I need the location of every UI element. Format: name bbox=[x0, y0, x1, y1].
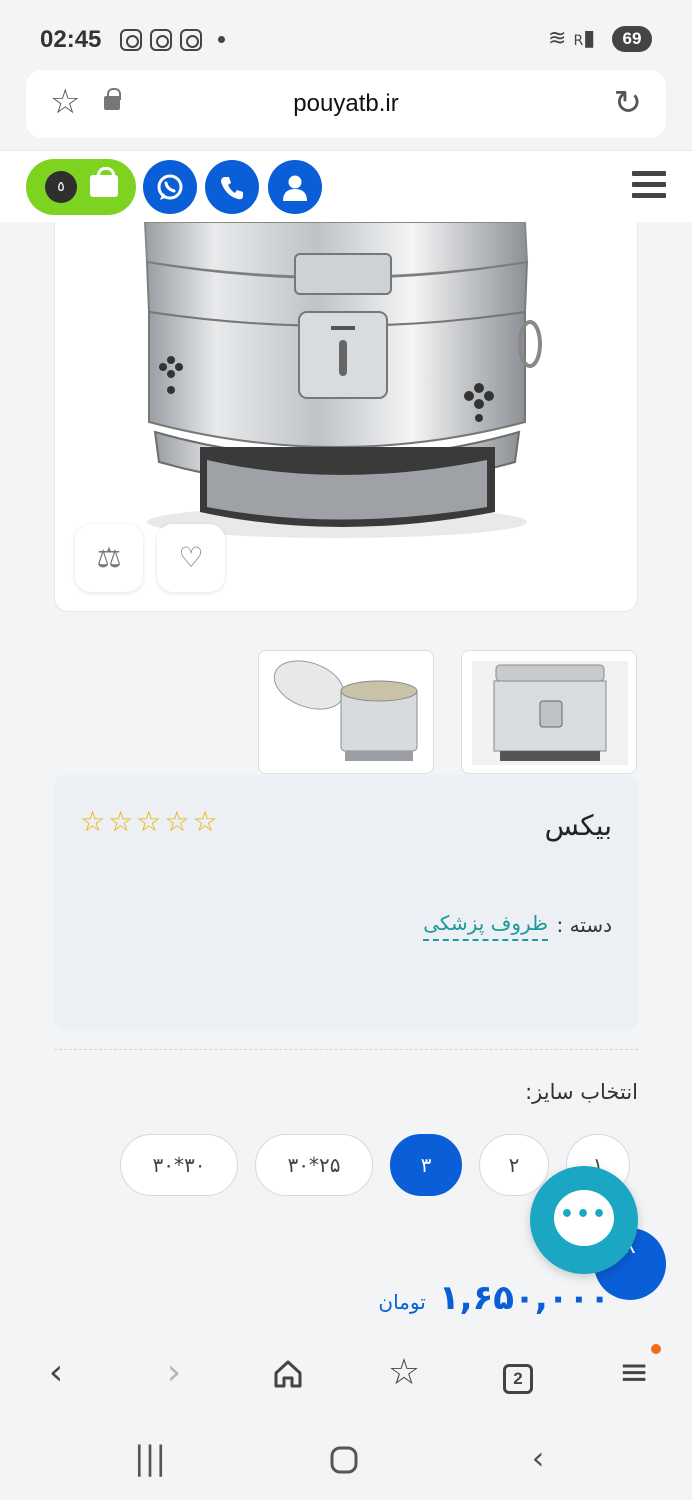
home-system-button[interactable] bbox=[314, 1434, 374, 1482]
thumbnail-closed-drum bbox=[472, 661, 628, 765]
hamburger-icon[interactable] bbox=[632, 171, 666, 201]
site-header: ٥ bbox=[0, 150, 692, 222]
star-icon: ☆ bbox=[108, 805, 137, 838]
tabs-count: 2 bbox=[503, 1364, 533, 1394]
menu-icon: ≡ bbox=[618, 1352, 650, 1393]
tabs-button[interactable]: 2 bbox=[490, 1348, 546, 1398]
compare-button[interactable]: ⚖ bbox=[75, 524, 143, 592]
rating-stars[interactable]: ☆☆☆☆☆ bbox=[80, 805, 221, 838]
menu-line bbox=[632, 171, 666, 176]
system-navigation-bar: ||| ‹ bbox=[0, 1420, 692, 1500]
battery-indicator: 69 bbox=[612, 26, 652, 52]
home-square-icon bbox=[330, 1446, 358, 1474]
thumbnail-open-drum bbox=[273, 660, 418, 761]
size-option-3-selected[interactable]: ۳ bbox=[390, 1134, 462, 1196]
address-bar[interactable]: ☆ pouyatb.ir ↻ bbox=[26, 70, 666, 138]
browser-menu-button[interactable]: ≡ bbox=[606, 1348, 662, 1398]
bookmarks-star-icon: ☆ bbox=[387, 1352, 421, 1393]
heart-icon: ♡ bbox=[178, 541, 204, 574]
star-icon: ☆ bbox=[164, 805, 193, 838]
notification-dot bbox=[651, 1344, 661, 1354]
product-info-card: ☆☆☆☆☆ بیکس دسته : ظروف پزشکی bbox=[54, 775, 638, 1029]
scale-icon: ⚖ bbox=[96, 541, 122, 574]
screen: 02:45 ≋ R▮ 69 ☆ pouyatb.ir ↻ ٥ ⚖ ♡ ☆☆☆☆☆… bbox=[0, 0, 692, 1500]
instagram-notification-icon bbox=[150, 29, 172, 51]
chat-icon: ••• bbox=[554, 1190, 614, 1246]
signal-text: R bbox=[573, 33, 584, 49]
recents-icon: ||| bbox=[133, 1439, 167, 1477]
status-bar: 02:45 ≋ R▮ 69 bbox=[0, 0, 692, 80]
star-icon: ☆ bbox=[136, 805, 165, 838]
reload-icon[interactable]: ↻ bbox=[614, 84, 643, 122]
phone-button[interactable] bbox=[205, 160, 259, 214]
star-icon: ☆ bbox=[192, 805, 221, 838]
url-text[interactable]: pouyatb.ir bbox=[26, 90, 666, 118]
product-image-card: ⚖ ♡ bbox=[54, 222, 638, 612]
product-price: ۱,۶۵۰,۰۰۰ تومان bbox=[0, 1278, 610, 1330]
home-icon bbox=[274, 1360, 302, 1388]
user-icon bbox=[283, 175, 307, 201]
phone-icon bbox=[221, 176, 243, 199]
menu-line bbox=[632, 193, 666, 198]
whatsapp-icon bbox=[157, 174, 183, 200]
back-button[interactable]: ‹ bbox=[28, 1348, 84, 1398]
back-chevron-icon: ‹ bbox=[531, 1439, 545, 1477]
status-time: 02:45 bbox=[40, 26, 102, 53]
recent-apps-button[interactable]: ||| bbox=[120, 1434, 180, 1482]
chevron-left-icon: ‹ bbox=[48, 1352, 64, 1393]
price-amount: ۱,۶۵۰,۰۰۰ bbox=[438, 1278, 610, 1318]
wifi-signal-icon: ≋ R▮ bbox=[548, 26, 596, 51]
chat-dots-icon: ••• bbox=[559, 1202, 609, 1227]
price-unit: تومان bbox=[378, 1290, 426, 1314]
shopping-bag-icon bbox=[90, 167, 118, 197]
instagram-notification-icon bbox=[120, 29, 142, 51]
user-account-button[interactable] bbox=[268, 160, 322, 214]
size-option-30x25[interactable]: ۳۰*۲۵ bbox=[255, 1134, 373, 1196]
category-label: دسته : bbox=[556, 913, 612, 937]
category-link[interactable]: ظروف پزشکی bbox=[423, 911, 548, 941]
divider bbox=[54, 1049, 638, 1050]
live-chat-button[interactable]: ••• bbox=[530, 1166, 638, 1274]
favorite-button[interactable]: ♡ bbox=[157, 524, 225, 592]
forward-button[interactable]: › bbox=[146, 1348, 202, 1398]
cart-button[interactable]: ٥ bbox=[26, 159, 136, 215]
browser-toolbar: ‹ › ☆ 2 ≡ bbox=[0, 1328, 692, 1420]
product-thumbnail-2[interactable] bbox=[258, 650, 434, 774]
chevron-right-icon: › bbox=[166, 1352, 182, 1393]
cart-count-badge: ٥ bbox=[45, 171, 77, 203]
system-back-button[interactable]: ‹ bbox=[508, 1434, 568, 1482]
size-option-30x30[interactable]: ۳۰*۳۰ bbox=[120, 1134, 238, 1196]
bookmarks-button[interactable]: ☆ bbox=[376, 1348, 432, 1398]
more-notifications-icon bbox=[218, 36, 225, 43]
size-select-label: انتخاب سایز: bbox=[525, 1080, 638, 1104]
product-thumbnail-1[interactable] bbox=[461, 650, 637, 774]
instagram-notification-icon bbox=[180, 29, 202, 51]
star-icon: ☆ bbox=[80, 805, 109, 838]
size-option-2[interactable]: ۲ bbox=[479, 1134, 549, 1196]
whatsapp-button[interactable] bbox=[143, 160, 197, 214]
product-title: بیکس bbox=[544, 809, 612, 842]
home-button[interactable] bbox=[260, 1348, 316, 1398]
menu-line bbox=[632, 182, 666, 187]
